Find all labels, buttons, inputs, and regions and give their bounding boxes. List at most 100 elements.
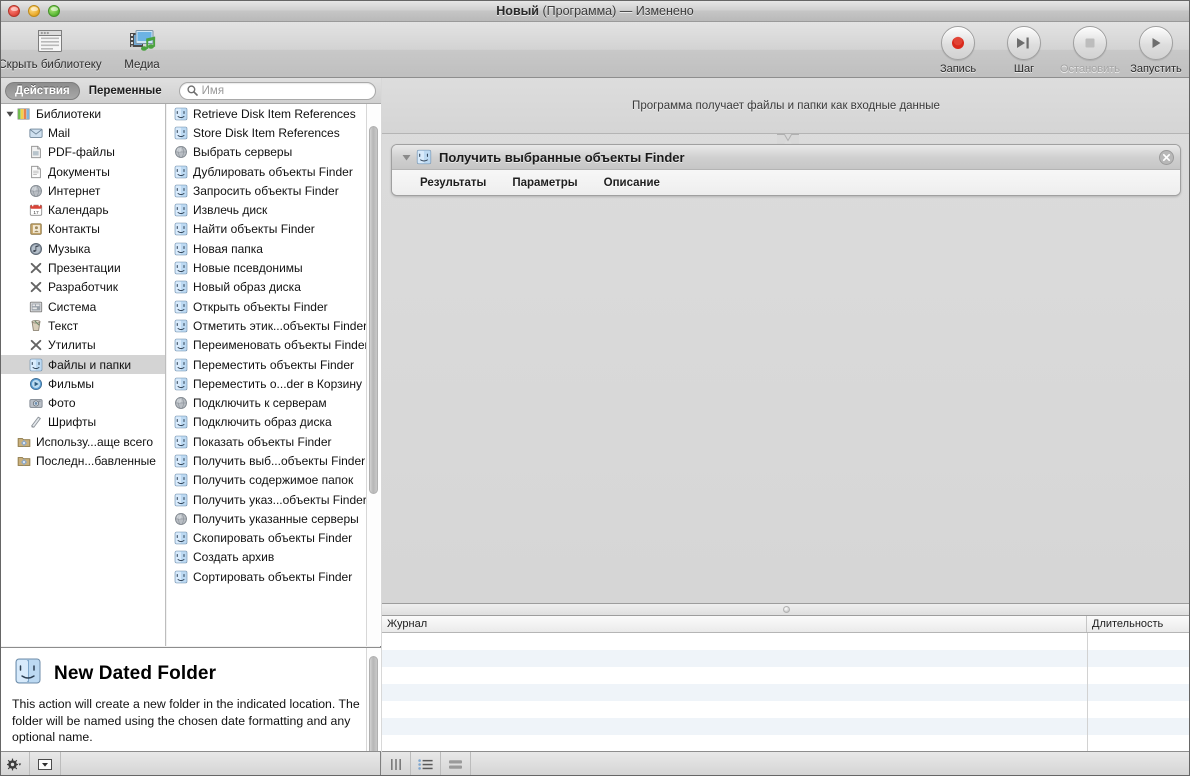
tab-results[interactable]: Результаты [420,177,486,189]
library-item-7[interactable]: Музыка [0,239,165,258]
library-tree[interactable]: Библиотеки Mail PDF-файлы Документы Инте… [0,104,166,646]
action-item-label: Переименовать объекты Finder [193,338,369,353]
action-item-label: Показать объекты Finder [193,434,332,449]
media-label: Медиа [124,59,160,71]
log-row[interactable] [382,684,1190,701]
action-item[interactable]: Показать объекты Finder [167,432,381,451]
library-item-11[interactable]: Текст [0,316,165,335]
stop-button[interactable]: Остановить [1060,26,1120,75]
media-button[interactable]: Медиа [104,24,180,71]
action-item[interactable]: Создать архив [167,548,381,567]
library-item-16[interactable]: Шрифты [0,413,165,432]
actions-scrollbar[interactable] [366,104,380,646]
log-column-duration[interactable]: Длительность [1087,616,1190,632]
library-item-0[interactable]: Библиотеки [0,104,165,123]
action-item[interactable]: Выбрать серверы [167,143,381,162]
action-card-header[interactable]: Получить выбранные объекты Finder [392,145,1180,170]
library-item-9[interactable]: Разработчик [0,278,165,297]
action-item[interactable]: Запросить объекты Finder [167,181,381,200]
action-item[interactable]: Переместить объекты Finder [167,355,381,374]
log-splitter[interactable] [382,603,1190,616]
action-item-label: Переместить объекты Finder [193,357,355,372]
log-row[interactable] [382,701,1190,718]
action-item[interactable]: Открыть объекты Finder [167,297,381,316]
step-button[interactable]: Шаг [998,26,1050,75]
library-item-4[interactable]: Интернет [0,181,165,200]
splitter-grip[interactable] [782,606,790,613]
workflow-action-card[interactable]: Получить выбранные объекты Finder Резуль… [391,144,1181,196]
action-item[interactable]: Переместить о...der в Корзину [167,374,381,393]
disclosure-triangle-icon[interactable] [398,153,414,162]
action-item[interactable]: Переименовать объекты Finder [167,336,381,355]
library-item-10[interactable]: Система [0,297,165,316]
action-item[interactable]: Получить указ...объекты Finder [167,490,381,509]
hide-library-button[interactable]: Скрыть библиотеку [0,24,102,71]
close-icon[interactable] [1159,150,1174,170]
action-item[interactable]: Получить выб...объекты Finder [167,451,381,470]
library-item-17[interactable]: Использу...аще всего [0,432,165,451]
window-title-document: Новый [496,4,539,18]
action-item-label: Отметить этик...объекты Finder [193,318,368,333]
log-row[interactable] [382,667,1190,684]
finder-icon [174,473,188,487]
actions-list[interactable]: Retrieve Disk Item References Store Disk… [167,104,381,646]
run-button[interactable]: Запустить [1130,26,1182,75]
library-item-15[interactable]: Фото [0,393,165,412]
search-field[interactable] [178,81,376,100]
library-item-label: Фото [48,396,76,411]
library-item-3[interactable]: Документы [0,162,165,181]
log-column-journal[interactable]: Журнал [382,616,1087,632]
action-item[interactable]: Получить содержимое папок [167,471,381,490]
library-item-6[interactable]: Контакты [0,220,165,239]
tab-description[interactable]: Описание [604,177,660,189]
action-item[interactable]: Дублировать объекты Finder [167,162,381,181]
action-item[interactable]: Новые псевдонимы [167,258,381,277]
finder-icon [172,473,189,487]
library-item-label: Разработчик [48,280,118,295]
library-item-12[interactable]: Утилиты [0,336,165,355]
action-item[interactable]: Подключить образ диска [167,413,381,432]
action-item[interactable]: Сортировать объекты Finder [167,567,381,586]
workflow-canvas[interactable]: Программа получает файлы и папки как вхо… [382,78,1190,603]
library-item-8[interactable]: Презентации [0,258,165,277]
disclosure-triangle-icon[interactable] [4,110,15,118]
tab-parameters[interactable]: Параметры [512,177,577,189]
action-item[interactable]: Retrieve Disk Item References [167,104,381,123]
finder-icon [174,107,188,121]
list-view-toggle[interactable] [411,751,441,776]
tab-variables[interactable]: Переменные [80,82,171,100]
action-item[interactable]: Найти объекты Finder [167,220,381,239]
action-item[interactable]: Извлечь диск [167,200,381,219]
library-item-13[interactable]: Файлы и папки [0,354,165,375]
library-item-14[interactable]: Фильмы [0,374,165,393]
action-card-tabs[interactable]: Результаты Параметры Описание [392,170,1180,195]
workflow-connector-notch [777,134,799,144]
log-row[interactable] [382,735,1190,751]
finder-icon [174,454,188,468]
action-item[interactable]: Новая папка [167,239,381,258]
split-view-toggle[interactable] [441,751,471,776]
log-row[interactable] [382,650,1190,667]
view-dropdown[interactable] [30,751,61,776]
library-mode-segments[interactable]: Действия Переменные [5,81,171,100]
log-row[interactable] [382,633,1190,650]
search-input[interactable] [201,84,368,97]
action-item[interactable]: Подключить к серверам [167,393,381,412]
action-gear-menu[interactable] [0,751,30,776]
library-item-5[interactable]: 17 Календарь [0,200,165,219]
log-row[interactable] [382,718,1190,735]
record-button[interactable]: Запись [932,26,984,75]
action-item[interactable]: Новый образ диска [167,278,381,297]
library-item-18[interactable]: Последн...бавленные [0,451,165,470]
column-view-toggle[interactable] [382,751,411,776]
action-item[interactable]: Отметить этик...объекты Finder [167,316,381,335]
tab-actions[interactable]: Действия [5,81,80,100]
action-item[interactable]: Получить указанные серверы [167,509,381,528]
action-item[interactable]: Store Disk Item References [167,123,381,142]
actions-scroll-thumb[interactable] [369,126,378,494]
action-item-label: Получить выб...объекты Finder [193,453,366,468]
finder-icon [27,358,45,372]
library-item-2[interactable]: PDF-файлы [0,143,165,162]
action-item[interactable]: Скопировать объекты Finder [167,529,381,548]
library-item-1[interactable]: Mail [0,123,165,142]
